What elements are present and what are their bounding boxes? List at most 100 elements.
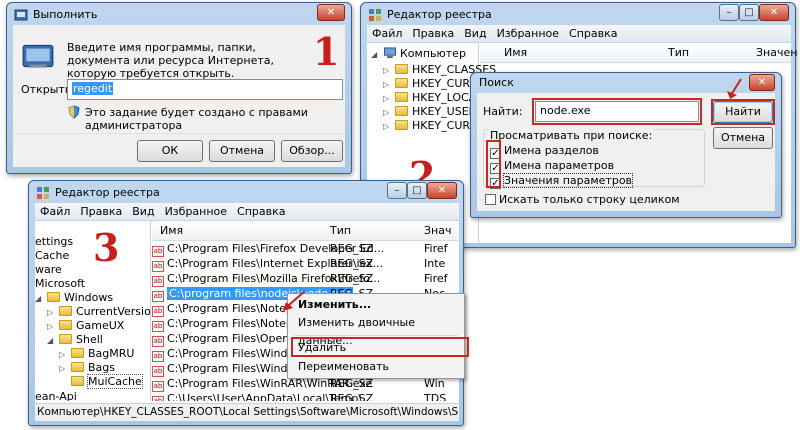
menu-favorites[interactable]: Избранное bbox=[492, 25, 564, 40]
column-type[interactable]: Тип bbox=[668, 46, 689, 59]
tree-item-gameux[interactable]: ▷ GameUX bbox=[47, 319, 124, 333]
option-keys[interactable]: ✓ Имена разделов bbox=[490, 144, 599, 159]
tree-item-windows[interactable]: ◢ Windows bbox=[35, 291, 113, 305]
menu-edit[interactable]: Правка bbox=[75, 203, 127, 218]
ok-button[interactable]: ОК bbox=[137, 140, 203, 162]
option-data[interactable]: ✓ Значения параметров bbox=[490, 173, 634, 189]
regedit-front-menubar: Файл Правка Вид Избранное Справка bbox=[35, 203, 459, 221]
tree-item-bagmru[interactable]: ▷ BagMRU bbox=[59, 347, 134, 361]
run-titlebar[interactable]: Выполнить ✕ bbox=[7, 3, 351, 27]
run-title: Выполнить bbox=[33, 8, 98, 21]
find-cancel-button[interactable]: Отмена bbox=[713, 127, 773, 149]
look-at-label: Просматривать при поиске: bbox=[488, 129, 655, 142]
folder-icon bbox=[395, 120, 408, 130]
regedit-back-menubar: Файл Правка Вид Избранное Справка bbox=[367, 25, 791, 43]
tree-item-muicache[interactable]: MuiCache bbox=[59, 374, 143, 389]
minimize-icon[interactable]: – bbox=[719, 4, 739, 21]
menu-file[interactable]: Файл bbox=[35, 203, 75, 218]
tree-item-hklm[interactable]: ▷ HKEY_LOCAL bbox=[383, 91, 482, 105]
menu-view[interactable]: Вид bbox=[127, 203, 159, 218]
table-row[interactable]: ab C:\Program Files\Notepa bbox=[152, 301, 300, 317]
value-cell: Firef bbox=[424, 272, 448, 285]
table-row[interactable]: ab C:\Program Files\Notepa bbox=[152, 316, 300, 332]
run-dialog: Выполнить ✕ Введите имя программы, папки… bbox=[6, 2, 352, 174]
tree-item-currentversion[interactable]: ▷ CurrentVersion bbox=[47, 305, 150, 319]
checkbox-whole-string[interactable] bbox=[485, 194, 496, 205]
context-rename[interactable]: Переименовать bbox=[288, 358, 464, 376]
folder-icon bbox=[395, 106, 408, 116]
cancel-button[interactable]: Отмена bbox=[209, 140, 275, 162]
menu-favorites[interactable]: Избранное bbox=[160, 203, 232, 218]
menu-separator bbox=[294, 335, 458, 336]
regedit-back-title: Редактор реестра bbox=[387, 8, 492, 21]
menu-view[interactable]: Вид bbox=[459, 25, 491, 40]
admin-note: Это задание будет создано с правами адми… bbox=[85, 106, 308, 132]
column-type[interactable]: Тип bbox=[330, 224, 351, 237]
column-value[interactable]: Значен bbox=[756, 46, 797, 59]
tree-item-shell[interactable]: ◢ Shell bbox=[47, 333, 103, 347]
folder-icon bbox=[395, 78, 408, 88]
regedit-icon bbox=[369, 9, 381, 21]
value-cell: TDS bbox=[424, 392, 447, 401]
close-icon[interactable]: ✕ bbox=[749, 74, 775, 91]
string-value-icon: ab bbox=[152, 396, 164, 401]
close-icon[interactable]: ✕ bbox=[759, 4, 789, 21]
folder-icon bbox=[395, 64, 408, 74]
value-cell: Firef bbox=[424, 242, 448, 255]
run-icon bbox=[22, 44, 54, 68]
arrow-icon bbox=[283, 290, 306, 311]
context-modify[interactable]: Изменить... bbox=[288, 296, 464, 314]
maximize-icon[interactable]: □ bbox=[407, 182, 427, 199]
regedit-back-titlebar[interactable]: Редактор реестра – □ ✕ bbox=[361, 3, 795, 27]
close-icon[interactable]: ✕ bbox=[427, 182, 457, 199]
collapse-icon[interactable]: ◢ bbox=[371, 48, 379, 62]
context-modify-binary[interactable]: Изменить двоичные данные... bbox=[288, 314, 464, 347]
find-label: Найти: bbox=[483, 105, 523, 118]
tree-item[interactable]: ettings bbox=[35, 235, 73, 249]
maximize-icon[interactable]: □ bbox=[739, 4, 759, 21]
table-row[interactable]: ab C:\Program Files\Windo bbox=[152, 346, 294, 362]
folder-icon bbox=[47, 292, 60, 302]
menu-help[interactable]: Справка bbox=[564, 25, 622, 40]
tree-item[interactable]: ean-Api bbox=[35, 390, 77, 401]
minimize-icon[interactable]: – bbox=[387, 182, 407, 199]
tree-item-bags[interactable]: ▷ Bags bbox=[59, 361, 115, 375]
table-row[interactable]: ab C:\Program Files\Opera\ bbox=[152, 331, 297, 347]
option-values[interactable]: ✓ Имена параметров bbox=[490, 159, 614, 174]
open-input-value: regedit bbox=[72, 82, 114, 95]
tree-item[interactable]: Microsoft bbox=[35, 277, 85, 291]
regedit-front-window: Редактор реестра – □ ✕ Файл Правка Вид Избр… bbox=[28, 180, 469, 426]
run-body: Введите имя программы, папки, документа … bbox=[13, 25, 345, 167]
regedit-front-client: Файл Правка Вид Избранное Справка ettings Ca… bbox=[35, 203, 469, 421]
tree-item[interactable]: Cache bbox=[35, 249, 69, 263]
step-number-3: 3 bbox=[93, 225, 120, 270]
find-input-highlight bbox=[532, 98, 702, 125]
tree-item-computer[interactable]: ◢ Компьютер bbox=[371, 47, 466, 61]
tree-item[interactable]: ware bbox=[35, 263, 62, 277]
status-path: Компьютер\HKEY_CLASSES_ROOT\Local Settin… bbox=[37, 406, 459, 418]
regedit-front-titlebar[interactable]: Редактор реестра – □ ✕ bbox=[29, 181, 463, 205]
checkbox-highlight bbox=[486, 140, 501, 188]
column-value[interactable]: Знач bbox=[424, 224, 451, 237]
table-row[interactable]: ab C:\Program Files\Windo bbox=[152, 361, 294, 377]
regedit-front-header: Имя Тип Знач bbox=[152, 221, 459, 241]
menu-help[interactable]: Справка bbox=[232, 203, 290, 218]
regedit-back-header: Имя Тип Значен bbox=[480, 43, 797, 63]
menu-edit[interactable]: Правка bbox=[407, 25, 459, 40]
folder-icon bbox=[395, 92, 408, 102]
column-name[interactable]: Имя bbox=[160, 224, 183, 237]
tree-item-hku[interactable]: ▷ HKEY_USERS bbox=[383, 105, 483, 119]
run-description: Введите имя программы, папки, документа … bbox=[67, 41, 274, 80]
find-title: Поиск bbox=[479, 76, 514, 89]
regedit-icon bbox=[37, 187, 49, 199]
option-whole-string[interactable]: Искать только строку целиком bbox=[485, 193, 680, 206]
close-icon[interactable]: ✕ bbox=[317, 4, 345, 21]
type-cell: REG_SZ bbox=[330, 242, 374, 255]
column-name[interactable]: Имя bbox=[504, 46, 527, 59]
menu-file[interactable]: Файл bbox=[367, 25, 407, 40]
folder-icon bbox=[59, 306, 72, 316]
open-input[interactable]: regedit bbox=[67, 79, 343, 100]
context-menu: Изменить... Изменить двоичные данные... … bbox=[287, 293, 465, 379]
browse-button[interactable]: Обзор... bbox=[281, 140, 343, 162]
type-cell: REG_SZ bbox=[330, 257, 374, 270]
